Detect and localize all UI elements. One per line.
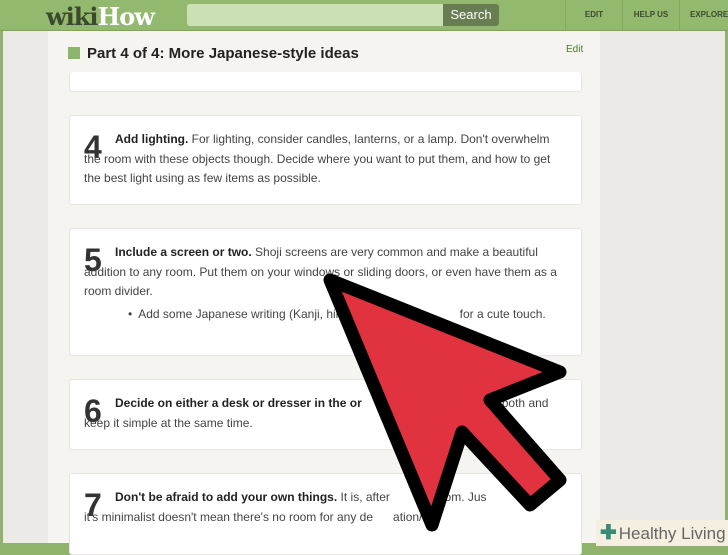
healthy-living-badge: ✚ Healthy Living	[596, 520, 728, 546]
badge-label: Healthy Living	[618, 524, 726, 543]
healthy-living-plus-icon: ✚	[600, 522, 617, 544]
cursor-arrow-icon	[323, 273, 567, 532]
